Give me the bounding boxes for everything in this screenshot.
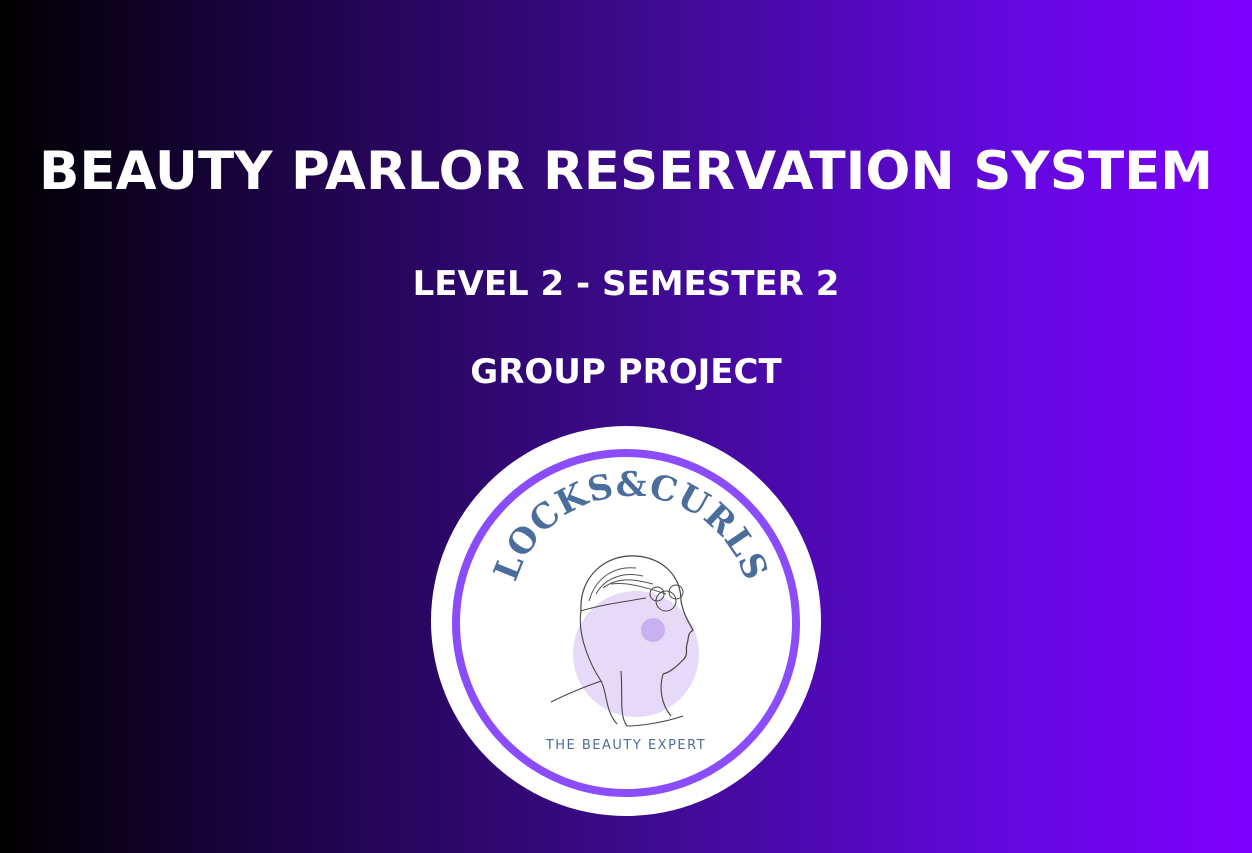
locks-and-curls-logo: LOCKS&CURLS THE BEAUTY EXPERT — [431, 426, 821, 816]
slide-title: BEAUTY PARLOR RESERVATION SYSTEM — [38, 141, 1214, 202]
title-slide: { "slide": { "title": "BEAUTY PARLOR RES… — [0, 0, 1252, 853]
project-type-label: GROUP PROJECT — [470, 352, 782, 392]
slide-subtitle: LEVEL 2 - SEMESTER 2 — [412, 264, 840, 304]
logo-tagline: THE BEAUTY EXPERT — [545, 738, 706, 753]
